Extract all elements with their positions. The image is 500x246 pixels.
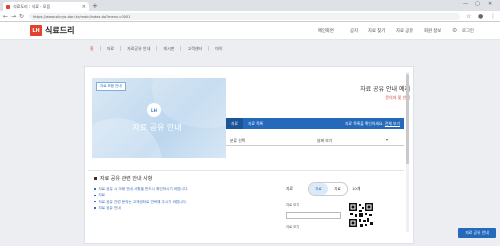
side-line: 자료 보기: [286, 203, 300, 207]
back-icon[interactable]: ←: [3, 13, 8, 20]
banner-tag: 자료 모음 안내: [96, 82, 126, 91]
notice-item-text: 자료 공유 안내: [98, 205, 121, 210]
site-favicon-icon: [6, 4, 10, 9]
list-item[interactable]: 자료 공유 안내: [94, 205, 254, 211]
side-panel: 자료 자료 자료 10개 자료 보기 자료 보기: [286, 180, 404, 232]
subtab-guide[interactable]: 자료공유 안내: [121, 45, 158, 51]
info-subtitle[interactable]: 문의처 및 안내: [300, 95, 410, 101]
logo-mark: LH: [30, 25, 42, 36]
tab-bar-note-text: 자료 목록을 확인하세요.: [345, 121, 384, 126]
login-link[interactable]: 로그인: [462, 28, 474, 34]
site-logo[interactable]: LH 식료드리: [30, 25, 74, 36]
nav-item-find[interactable]: 자료 찾기: [368, 28, 385, 34]
tab-close-icon[interactable]: ×: [82, 4, 86, 10]
browser-toolbar: ← → ↻ https://www.sikryo-dori.kr/main/in…: [0, 11, 500, 22]
subtab-mypage[interactable]: 마이: [209, 46, 228, 51]
maximize-icon[interactable]: ▢: [475, 1, 480, 7]
url-text: https://www.sikryo-dori.kr/main/index.do…: [33, 14, 131, 19]
forward-icon[interactable]: →: [11, 13, 16, 20]
subtab-board[interactable]: 게시판: [157, 45, 182, 51]
bullet-icon: [94, 194, 96, 197]
filter-row: 분류 선택 날짜 보기 ▾: [226, 134, 404, 146]
banner-logo-icon: LH: [147, 103, 161, 117]
sub-navigation: 홈 자료 자료공유 안내 게시판 고객센터 마이: [84, 43, 229, 53]
profile-icon[interactable]: ●: [478, 13, 483, 20]
side-lines: 자료 보기: [286, 202, 299, 208]
logo-text: 식료드리: [45, 26, 75, 35]
side-bottom-link[interactable]: 자료 보기: [286, 224, 299, 229]
qr-code-icon: [348, 202, 374, 228]
view-toggle[interactable]: 자료 자료: [308, 182, 348, 196]
new-tab-button[interactable]: +: [92, 2, 98, 10]
close-window-icon[interactable]: ✕: [488, 1, 492, 7]
banner-decoration: [152, 78, 226, 128]
nav-item-main[interactable]: 메인화면: [318, 28, 334, 34]
site-header: LH 식료드리 메인화면 공지 자료 찾기 자료 공유 회원 정보 ⚙ 로그인: [0, 22, 500, 40]
side-count: 10개: [352, 186, 361, 191]
content-tab-list[interactable]: 자료 목록: [243, 121, 268, 127]
user-icon[interactable]: ⚙: [452, 27, 457, 34]
browser-tab[interactable]: 식료도리 : 식료 · 모음 ×: [3, 2, 89, 11]
nav-item-notice[interactable]: 공지: [350, 28, 358, 34]
subtab-home[interactable]: 홈: [84, 45, 101, 51]
notice-list: 자료 공유 시 아래 안내 사항을 반드시 확인하시기 바랍니다. 자료 자료 …: [94, 186, 254, 211]
star-icon[interactable]: ☆: [466, 13, 471, 20]
date-select[interactable]: 날짜 보기: [317, 138, 332, 144]
side-input[interactable]: [286, 212, 341, 219]
notice-heading: 자료 공유 관련 안내 사항: [94, 175, 152, 182]
scrollbar-thumb[interactable]: [406, 74, 409, 164]
banner-image: 자료 모음 안내 LH 자료 공유 안내: [92, 78, 226, 158]
view-all-link[interactable]: 전체 보기: [385, 121, 400, 126]
floating-guide-button[interactable]: 자료 공유 안내: [458, 228, 496, 238]
section-divider: [88, 170, 404, 171]
tab-title: 식료도리 : 식료 · 모음: [13, 3, 51, 9]
toggle-option-on[interactable]: 자료: [309, 183, 328, 195]
menu-icon[interactable]: ⋮: [490, 13, 496, 20]
bullet-icon: [94, 188, 96, 190]
subtab-support[interactable]: 고객센터: [181, 45, 210, 51]
bullet-icon: [94, 207, 96, 209]
reload-icon[interactable]: ↻: [19, 13, 24, 20]
content-tab-data[interactable]: 자료: [226, 118, 243, 129]
toggle-option-off[interactable]: 자료: [328, 183, 347, 195]
chevron-down-icon[interactable]: ▾: [386, 137, 388, 142]
side-label: 자료: [286, 186, 293, 191]
info-title: 자료 공유 안내 예제: [360, 86, 410, 93]
bullet-icon: [94, 200, 96, 203]
banner-text: 자료 공유 안내: [132, 123, 182, 132]
bullet-square-icon: [94, 177, 97, 180]
category-select[interactable]: 분류 선택: [230, 138, 245, 144]
minimize-icon[interactable]: —: [463, 1, 468, 7]
browser-tab-bar: 식료도리 : 식료 · 모음 × + — ▢ ✕: [0, 0, 500, 11]
tab-bar-note: 자료 목록을 확인하세요. 전체 보기: [345, 121, 400, 127]
nav-item-share[interactable]: 자료 공유: [396, 28, 413, 34]
subtab-data[interactable]: 자료: [101, 45, 122, 51]
address-bar[interactable]: https://www.sikryo-dori.kr/main/index.do…: [29, 13, 460, 20]
notice-heading-text: 자료 공유 관련 안내 사항: [100, 176, 153, 182]
notice-item-text: 자료 공유 시 아래 안내 사항을 반드시 확인하시기 바랍니다.: [98, 187, 189, 191]
nav-item-member[interactable]: 회원 정보: [424, 28, 441, 34]
content-tab-bar: 자료 자료 목록 자료 목록을 확인하세요. 전체 보기: [226, 118, 404, 129]
